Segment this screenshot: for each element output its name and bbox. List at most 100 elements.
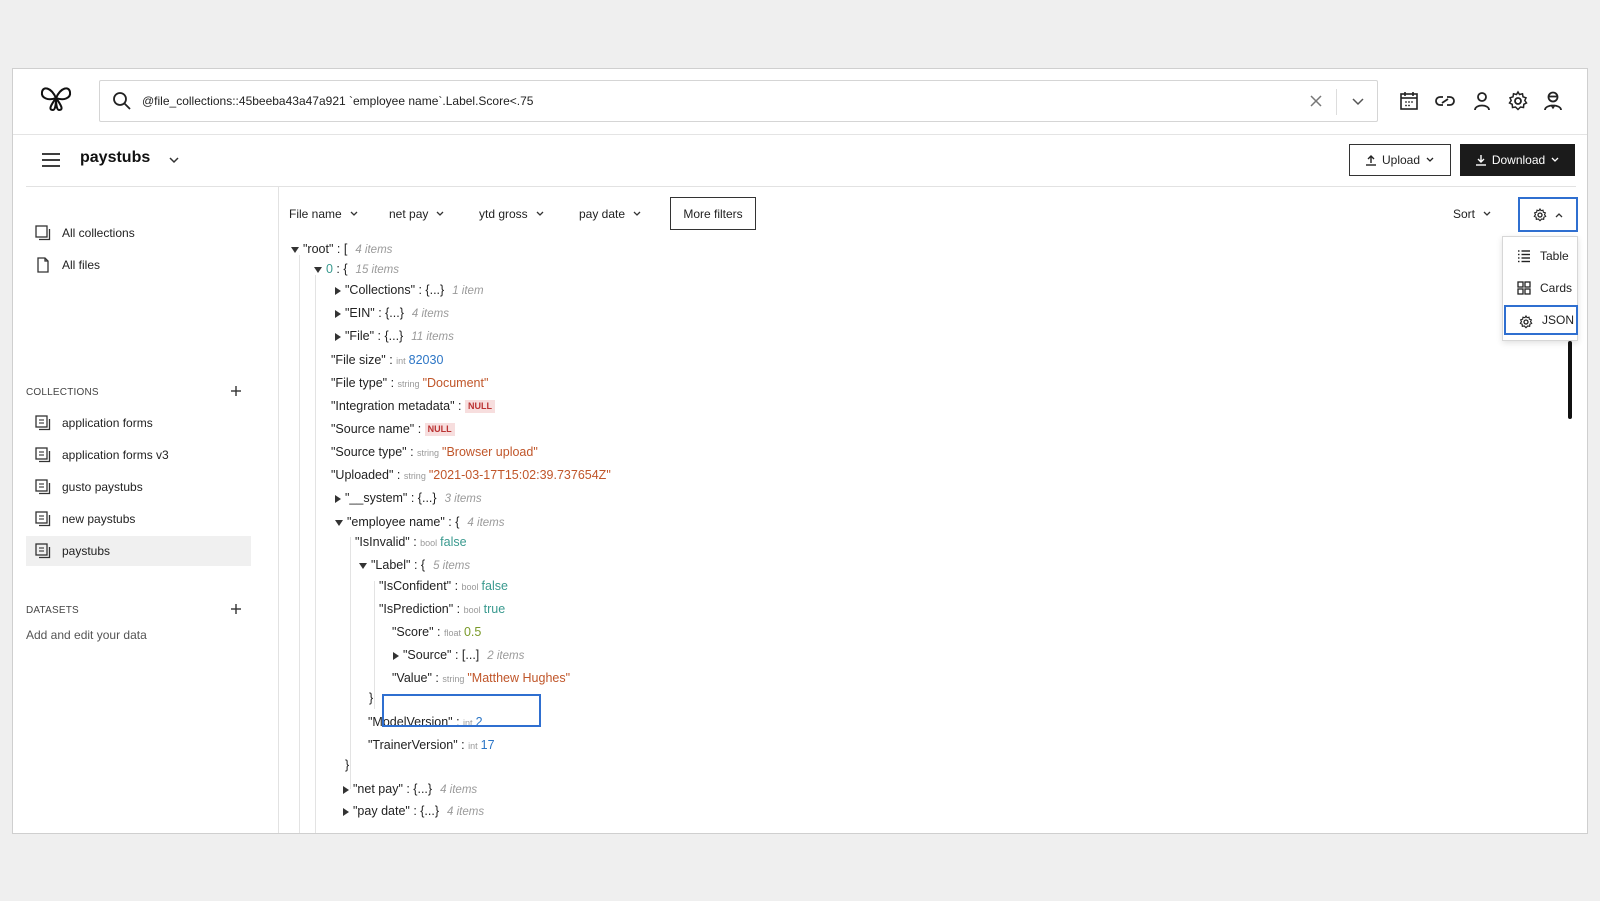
tree-guide-line (374, 581, 375, 709)
filter-ytd-gross[interactable]: ytd gross (479, 205, 545, 223)
upload-button[interactable]: Upload (1349, 144, 1451, 176)
json-field-integration-metadata: "Integration metadata" : NULL (331, 397, 495, 415)
file-icon (37, 257, 49, 273)
json-close-brace: } (345, 758, 350, 772)
collections-heading: COLLECTIONS (26, 387, 99, 398)
datasets-heading: DATASETS (26, 605, 79, 616)
json-node-item-0[interactable]: 0 : {15 items (314, 260, 399, 278)
null-badge: NULL (464, 400, 495, 414)
filter-label: net pay (389, 207, 429, 221)
sidebar-item-all-files[interactable]: All files (26, 250, 251, 280)
search-bar[interactable]: @file_collections::45beeba43a47a921 `emp… (99, 80, 1378, 122)
add-collection-plus-icon[interactable] (228, 383, 244, 399)
json-node-employee-name[interactable]: "employee name" : {4 items (335, 513, 505, 531)
json-node-label[interactable]: "Label" : {5 items (359, 556, 470, 574)
chevron-down-icon (350, 211, 358, 216)
json-node-collections[interactable]: "Collections" : {...} 1 item (335, 281, 484, 299)
upload-label: Upload (1381, 153, 1421, 167)
menu-item-label: Table (1540, 249, 1569, 263)
json-close-brace: } (369, 691, 374, 705)
filter-net-pay[interactable]: net pay (389, 205, 445, 223)
filter-label: pay date (579, 207, 626, 221)
collection-icon (35, 511, 51, 527)
calendar-icon[interactable] (1397, 89, 1421, 113)
json-node-pay-date[interactable]: "pay date" : {...} 4 items (343, 802, 484, 820)
menu-item-table[interactable]: Table (1504, 241, 1578, 271)
menu-item-label: Cards (1540, 281, 1573, 295)
sidebar-item-application-forms-v3[interactable]: application forms v3 (26, 440, 251, 470)
menu-item-json[interactable]: JSON (1504, 305, 1578, 335)
collapse-toggle-icon[interactable] (335, 309, 341, 318)
collapse-toggle-icon[interactable] (343, 785, 349, 794)
menu-hamburger-icon[interactable] (39, 149, 63, 171)
sidebar-item-application-forms[interactable]: application forms (26, 408, 251, 438)
chevron-down-icon (1483, 211, 1491, 216)
filter-label: File name (289, 207, 342, 221)
json-node-root[interactable]: "root" : [4 items (291, 240, 392, 258)
user-icon[interactable] (1470, 89, 1494, 113)
link-icon[interactable] (1433, 89, 1457, 113)
json-field-source-name: "Source name" : NULL (331, 420, 455, 438)
sidebar-item-gusto-paystubs[interactable]: gusto paystubs (26, 472, 251, 502)
add-dataset-plus-icon[interactable] (228, 601, 244, 617)
sidebar-item-all-collections[interactable]: All collections (26, 218, 251, 248)
expand-toggle-icon[interactable] (291, 246, 299, 253)
filter-file-name[interactable]: File name (289, 205, 359, 223)
collapse-toggle-icon[interactable] (335, 494, 341, 503)
account-avatar-icon[interactable] (1541, 89, 1565, 113)
json-field-file-type: "File type" : string "Document" (331, 376, 489, 390)
datasets-hint: Add and edit your data (26, 628, 147, 642)
settings-gear-icon (1519, 314, 1533, 329)
app-logo-icon[interactable] (39, 83, 73, 113)
collection-icon (35, 479, 51, 495)
sidebar-item-label: All collections (62, 226, 135, 240)
json-node-ein[interactable]: "EIN" : {...} 4 items (335, 304, 449, 322)
scrollbar-thumb[interactable] (1568, 341, 1572, 419)
null-badge: NULL (424, 423, 455, 437)
json-field-file-size: "File size" : int 82030 (331, 353, 444, 367)
upload-chevron-down-icon (1426, 157, 1434, 162)
collection-title[interactable]: paystubs (80, 149, 150, 167)
more-filters-button[interactable]: More filters (670, 197, 756, 230)
json-field-score: "Score" : float 0.5 (392, 625, 482, 639)
download-icon (1475, 155, 1486, 166)
app-window: @file_collections::45beeba43a47a921 `emp… (12, 68, 1588, 834)
filter-pay-date[interactable]: pay date (579, 205, 642, 223)
sidebar: All collections All files COLLECTIONS ap… (26, 187, 279, 833)
json-node-system[interactable]: "__system" : {...} 3 items (335, 489, 482, 507)
collection-icon (35, 543, 51, 559)
expand-toggle-icon[interactable] (359, 562, 367, 569)
sidebar-item-label: new paystubs (62, 512, 136, 526)
clear-search-icon[interactable] (1305, 90, 1327, 112)
sidebar-item-paystubs[interactable]: paystubs (26, 536, 251, 566)
download-label: Download (1491, 153, 1546, 167)
collections-stack-icon (35, 225, 51, 241)
sidebar-item-new-paystubs[interactable]: new paystubs (26, 504, 251, 534)
settings-gear-icon (1533, 207, 1547, 221)
search-icon (113, 92, 131, 110)
view-settings-button[interactable] (1518, 197, 1578, 232)
search-options-chevron-icon[interactable] (1348, 91, 1368, 111)
menu-item-cards[interactable]: Cards (1504, 273, 1578, 303)
json-field-trainerversion: "TrainerVersion" : int 17 (368, 738, 495, 752)
search-query-text[interactable]: @file_collections::45beeba43a47a921 `emp… (142, 94, 533, 108)
sidebar-item-label: gusto paystubs (62, 480, 143, 494)
download-chevron-down-icon (1551, 157, 1559, 162)
collapse-toggle-icon[interactable] (335, 286, 341, 295)
filter-label: ytd gross (479, 207, 528, 221)
collection-icon (35, 415, 51, 431)
collapse-toggle-icon[interactable] (343, 807, 349, 816)
json-node-net-pay[interactable]: "net pay" : {...} 4 items (343, 780, 477, 798)
json-node-source[interactable]: "Source" : [...] 2 items (393, 646, 524, 664)
list-icon (1518, 250, 1530, 263)
download-button[interactable]: Download (1460, 144, 1575, 176)
collection-chevron-down-icon[interactable] (167, 153, 181, 167)
collapse-toggle-icon[interactable] (393, 651, 399, 660)
search-divider (1336, 89, 1337, 115)
sort-button[interactable]: Sort (1453, 205, 1492, 223)
settings-gear-icon[interactable] (1506, 89, 1530, 113)
expand-toggle-icon[interactable] (314, 266, 322, 273)
collapse-toggle-icon[interactable] (335, 332, 341, 341)
expand-toggle-icon[interactable] (335, 519, 343, 526)
json-node-file[interactable]: "File" : {...} 11 items (335, 327, 454, 345)
